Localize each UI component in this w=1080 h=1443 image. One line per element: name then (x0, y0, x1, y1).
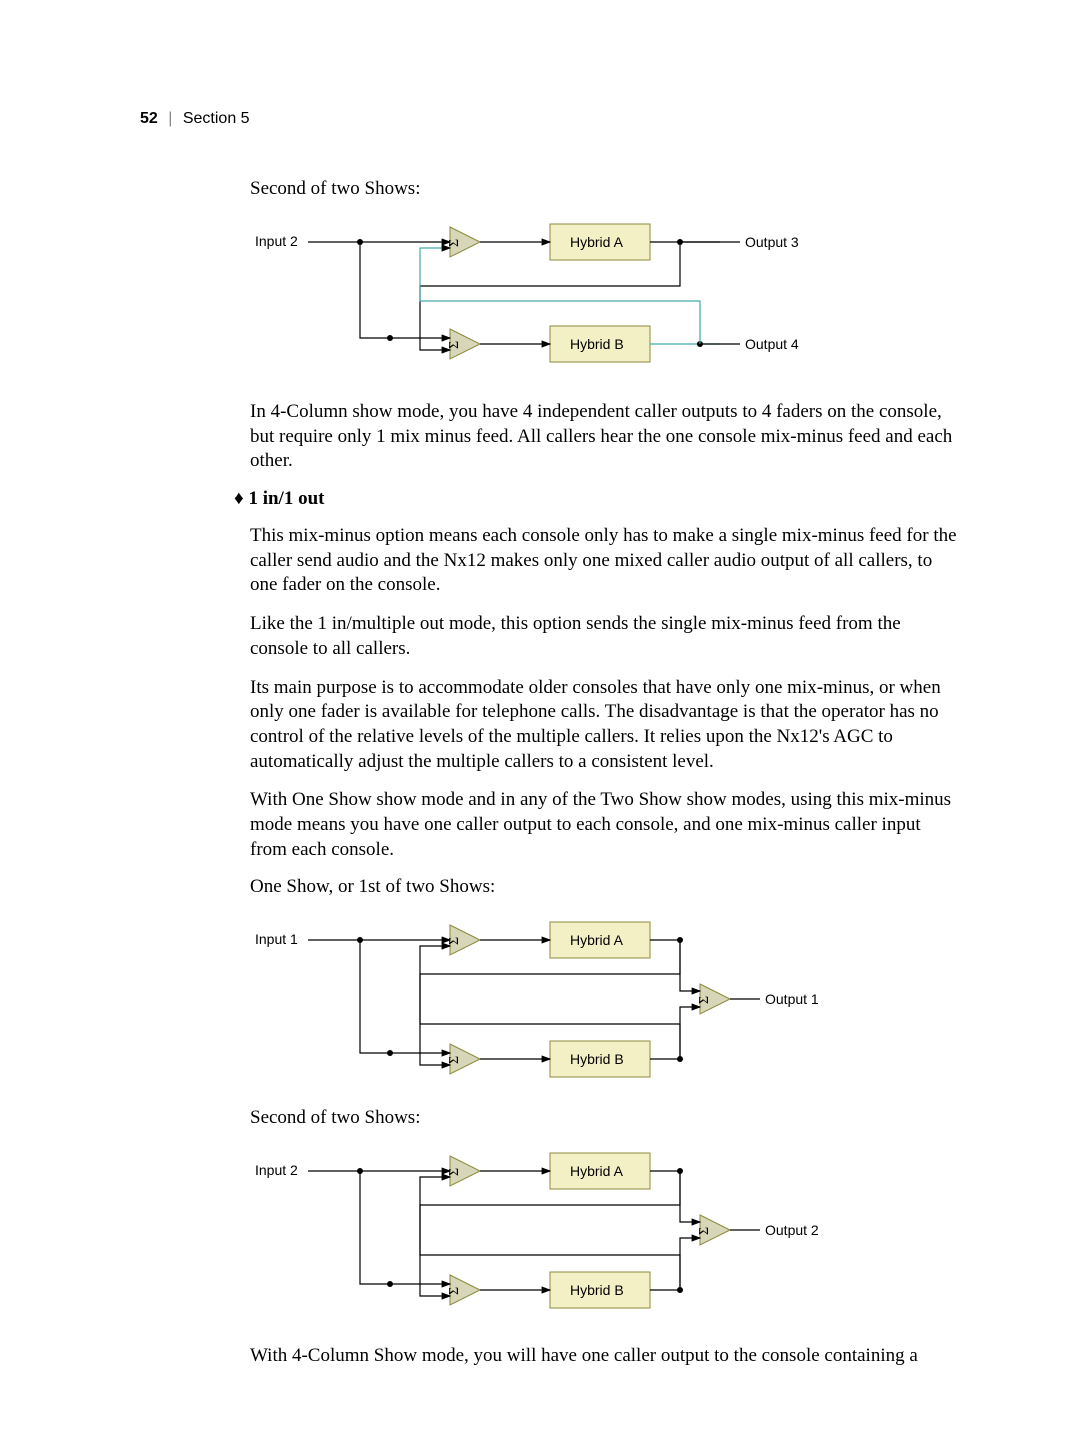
sigma-icon: Σ (447, 239, 462, 247)
sigma-icon: Σ (447, 1056, 462, 1064)
paragraph-3: Like the 1 in/multiple out mode, this op… (250, 612, 960, 661)
sigma-icon: Σ (447, 1287, 462, 1295)
input-label: Input 2 (255, 233, 298, 249)
section-label: Section 5 (183, 110, 250, 127)
sigma-icon: Σ (447, 341, 462, 349)
signal-diagram-1: Input 2 Σ Σ Hybrid A Hybrid B (250, 206, 850, 386)
hybrid-b-label: Hybrid B (570, 1051, 624, 1067)
page-content: 52 | Section 5 Second of two Shows: Inpu… (0, 0, 1080, 1443)
bullet-heading: 1 in/1 out (234, 488, 960, 510)
caption-diagram1: Second of two Shows: (250, 178, 960, 200)
output-1-label: Output 1 (765, 991, 819, 1007)
output-2-label: Output 2 (765, 1222, 819, 1238)
caption-diagram3: Second of two Shows: (250, 1107, 960, 1129)
hybrid-b-label: Hybrid B (570, 336, 624, 352)
input-label: Input 1 (255, 931, 298, 947)
paragraph-1: In 4-Column show mode, you have 4 indepe… (250, 400, 960, 474)
hybrid-a-label: Hybrid A (570, 234, 624, 250)
hybrid-a-label: Hybrid A (570, 1163, 624, 1179)
paragraph-5: With One Show show mode and in any of th… (250, 788, 960, 862)
hybrid-a-label: Hybrid A (570, 932, 624, 948)
input-label: Input 2 (255, 1162, 298, 1178)
signal-diagram-2: Input 1 Σ Σ Σ Hybrid A Hybrid B (250, 904, 850, 1099)
paragraph-4: Its main purpose is to accommodate older… (250, 676, 960, 775)
header-separator: | (168, 110, 172, 127)
page-header: 52 | Section 5 (140, 110, 960, 128)
hybrid-b-label: Hybrid B (570, 1282, 624, 1298)
sigma-icon: Σ (447, 937, 462, 945)
sigma-icon: Σ (447, 1168, 462, 1176)
caption-diagram2: One Show, or 1st of two Shows: (250, 876, 960, 898)
page-number: 52 (140, 110, 158, 127)
output-4-label: Output 4 (745, 336, 799, 352)
paragraph-2: This mix-minus option means each console… (250, 524, 960, 598)
output-3-label: Output 3 (745, 234, 799, 250)
paragraph-6: With 4-Column Show mode, you will have o… (250, 1344, 960, 1369)
sigma-icon: Σ (697, 1227, 712, 1235)
signal-diagram-3: Input 2 Σ Σ Σ Hybrid A Hybrid B Output 2 (250, 1135, 850, 1330)
sigma-icon: Σ (697, 996, 712, 1004)
